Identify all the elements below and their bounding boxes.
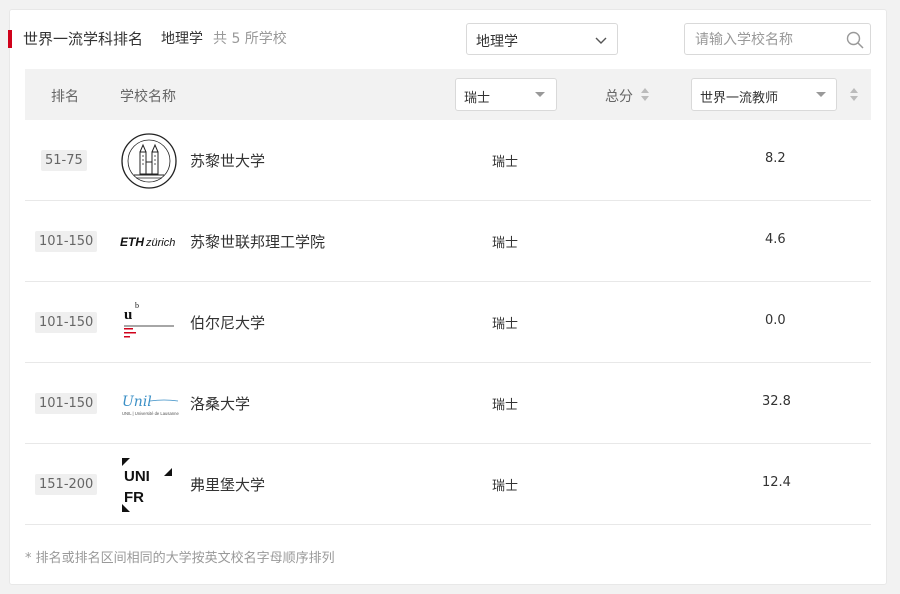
svg-text:ETH: ETH: [120, 235, 144, 249]
unifr-logo-icon: UNI FR: [122, 458, 172, 512]
school-name[interactable]: 苏黎世大学: [190, 150, 265, 171]
unil-logo-icon: Unil UNIL | Université de Lausanne: [122, 394, 179, 416]
school-name[interactable]: 弗里堡大学: [190, 474, 265, 495]
school-search[interactable]: [684, 23, 871, 55]
table-row[interactable]: 101-150 u b 伯尔尼大学 瑞士 0.0: [25, 282, 871, 363]
svg-text:UNIL | Université de Lausanne: UNIL | Université de Lausanne: [122, 411, 179, 416]
country-filter-value: 瑞士: [464, 91, 491, 106]
chevron-down-icon: [595, 37, 607, 44]
column-total-score[interactable]: 总分: [605, 86, 633, 106]
indicator-filter-select[interactable]: 世界一流教师: [691, 78, 837, 111]
country-filter-select[interactable]: 瑞士: [455, 78, 557, 111]
sort-icon[interactable]: [641, 88, 649, 102]
svg-text:FR: FR: [124, 489, 144, 506]
country-cell: 瑞士: [492, 155, 519, 170]
svg-text:UNI: UNI: [124, 468, 150, 485]
caret-down-icon: [816, 92, 826, 97]
table-row[interactable]: 151-200 UNI FR 弗里堡大学 瑞士 12.4: [25, 444, 871, 525]
search-icon[interactable]: [846, 31, 864, 49]
score-cell: 32.8: [762, 394, 791, 409]
score-cell: 0.0: [765, 313, 786, 328]
svg-text:u: u: [124, 307, 132, 323]
rank-badge: 101-150: [35, 312, 98, 333]
subject-select[interactable]: 地理学: [466, 23, 618, 55]
country-cell: 瑞士: [492, 398, 519, 413]
column-school-name: 学校名称: [120, 89, 176, 105]
svg-text:b: b: [135, 301, 139, 310]
subject-label: 地理学: [161, 31, 203, 47]
eth-logo-icon: ETH zürich: [120, 235, 175, 249]
rank-badge: 101-150: [35, 231, 98, 252]
country-cell: 瑞士: [492, 317, 519, 332]
school-name[interactable]: 苏黎世联邦理工学院: [190, 231, 325, 252]
search-input[interactable]: [695, 30, 845, 50]
university-seal-icon: [121, 133, 177, 189]
subject-select-value: 地理学: [476, 34, 518, 50]
page-title: 世界一流学科排名: [23, 30, 144, 48]
rank-badge: 101-150: [35, 393, 98, 414]
university-of-bern-logo-icon: u b: [124, 301, 174, 338]
country-cell: 瑞士: [492, 236, 519, 251]
sort-icon[interactable]: [850, 88, 858, 102]
rank-badge: 151-200: [35, 474, 98, 495]
school-count: 共 5 所学校: [213, 31, 287, 47]
caret-down-icon: [535, 92, 545, 97]
svg-text:Unil: Unil: [122, 394, 152, 410]
table-row[interactable]: 51-75 苏黎世大学 瑞士 8.2: [25, 120, 871, 201]
score-cell: 12.4: [762, 475, 791, 490]
footnote: * 排名或排名区间相同的大学按英文校名字母顺序排列: [25, 551, 335, 566]
school-name[interactable]: 伯尔尼大学: [190, 312, 265, 333]
school-name[interactable]: 洛桑大学: [190, 393, 250, 414]
score-cell: 8.2: [765, 151, 786, 166]
indicator-filter-value: 世界一流教师: [700, 91, 779, 106]
title-accent-bar: [8, 30, 12, 48]
rank-badge: 51-75: [41, 150, 87, 171]
score-cell: 4.6: [765, 232, 786, 247]
svg-text:zürich: zürich: [145, 237, 175, 249]
table-row[interactable]: 101-150 Unil UNIL | Université de Lausan…: [25, 363, 871, 444]
table-header: 排名 学校名称 瑞士 总分 世界一流教师: [25, 69, 871, 120]
column-rank: 排名: [51, 89, 79, 105]
table-row[interactable]: 101-150 ETH zürich 苏黎世联邦理工学院 瑞士 4.6: [25, 201, 871, 282]
country-cell: 瑞士: [492, 479, 519, 494]
